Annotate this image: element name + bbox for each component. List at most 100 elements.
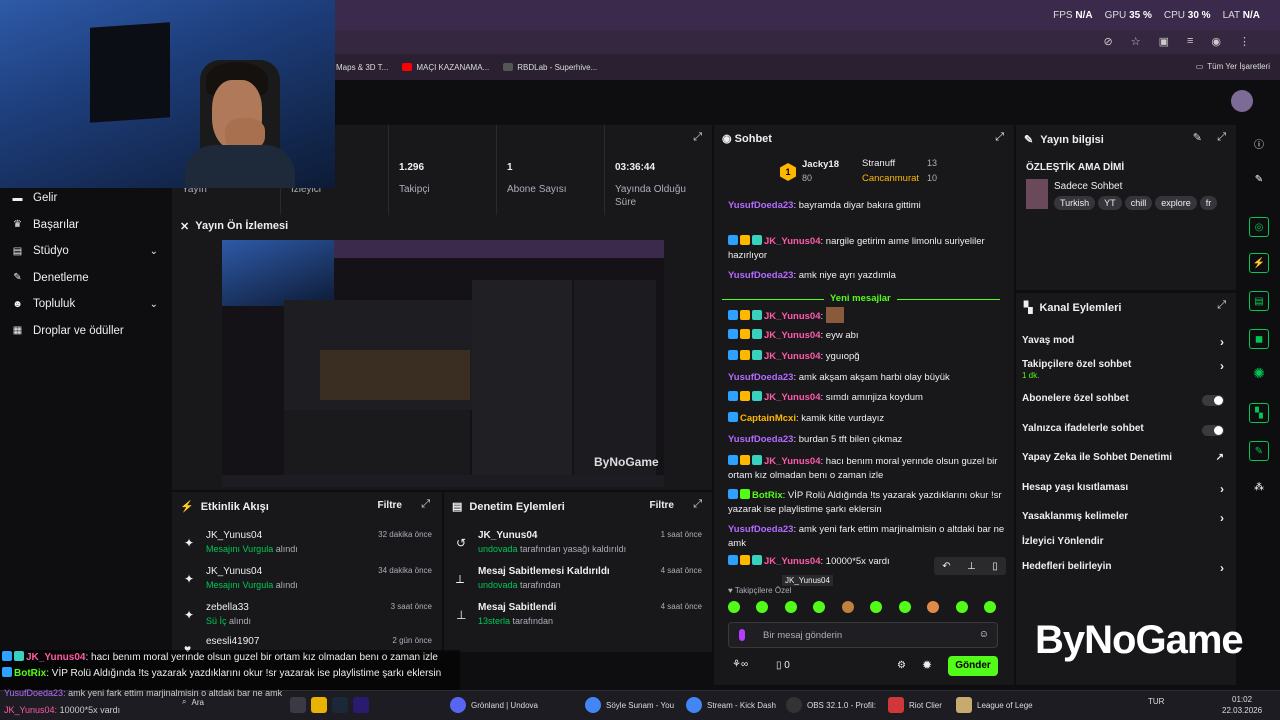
openai-icon[interactable]: ✺ xyxy=(1249,363,1269,383)
moderation-filter-button[interactable]: Filtre xyxy=(650,500,674,511)
folder-icon[interactable] xyxy=(311,697,327,713)
clock[interactable]: 01:02 22.03.2026 xyxy=(1222,694,1262,716)
infinity-icon[interactable]: ⚘∞ xyxy=(732,659,748,670)
expand-icon[interactable]: ⤢ xyxy=(1217,299,1226,312)
extensions-icon[interactable]: ▣ xyxy=(1159,35,1169,48)
apps-icon[interactable]: ⁂ xyxy=(1249,477,1269,497)
chat-username[interactable]: JK_Yunus04 xyxy=(764,351,821,362)
chat-username[interactable]: YusufDoeda23 xyxy=(728,200,793,211)
chat-username[interactable]: YusufDoeda23 xyxy=(728,270,793,281)
sidebar-item-topluluk[interactable]: ☻ Topluluk ⌄ xyxy=(0,291,172,318)
action-emotes-only[interactable]: Yalnızca ifadelerle sohbet xyxy=(1022,423,1232,436)
chat-username[interactable]: JK_Yunus04 xyxy=(764,392,821,403)
chat-username[interactable]: JK_Yunus04 xyxy=(764,236,821,247)
expand-icon[interactable]: ⤢ xyxy=(1217,131,1226,144)
emote[interactable] xyxy=(898,601,911,613)
emoji-icon[interactable]: ☺ xyxy=(979,629,989,640)
keyboard-language[interactable]: TUR xyxy=(1148,697,1164,706)
action-banned-words[interactable]: Yasaklanmış kelimeler › xyxy=(1022,511,1232,525)
steam-icon[interactable] xyxy=(332,697,348,713)
chat-username[interactable]: JK_Yunus04 xyxy=(764,456,821,467)
profile-icon[interactable]: ◉ xyxy=(1211,35,1221,48)
action-goals[interactable]: Hedefleri belirleyin › xyxy=(1022,561,1232,575)
emote[interactable] xyxy=(927,601,940,613)
taskbar-app[interactable]: Söyle Sunam - You xyxy=(585,697,674,713)
emote[interactable] xyxy=(813,601,826,613)
chat-username[interactable]: JK_Yunus04 xyxy=(764,311,821,322)
taskbar-app[interactable]: OBS 32.1.0 - Profil: xyxy=(786,697,876,713)
action-slow-mode[interactable]: Yavaş mod › xyxy=(1022,335,1232,349)
sidebar-item-droplar[interactable]: ▦ Droplar ve ödüller xyxy=(0,318,172,345)
chat-username[interactable]: YusufDoeda23 xyxy=(728,434,793,445)
chat-text: yguıopğ xyxy=(825,351,860,362)
chat-username[interactable]: YusufDoeda23 xyxy=(728,372,793,383)
sidebar-item-denetleme[interactable]: ✎ Denetleme xyxy=(0,265,172,292)
emote[interactable] xyxy=(784,601,797,613)
chat-username[interactable]: BotRix xyxy=(752,490,783,501)
scan-icon[interactable]: ◎ xyxy=(1249,217,1269,237)
emote[interactable] xyxy=(841,601,854,613)
bookmark-youtube[interactable]: MAÇI KAZANAMA... xyxy=(402,63,489,72)
expand-icon[interactable]: ⤢ xyxy=(693,498,702,511)
user-avatar[interactable] xyxy=(1231,90,1253,112)
app-icon[interactable] xyxy=(290,697,306,713)
taskbar-search[interactable]: ⌕ Ara xyxy=(182,697,204,707)
expand-icon[interactable]: ⤢ xyxy=(421,498,430,511)
emote[interactable] xyxy=(955,601,968,613)
document-icon[interactable]: ▤ xyxy=(1249,291,1269,311)
pin-icon[interactable]: ⊥ xyxy=(967,561,976,572)
edit-icon[interactable]: ✎ xyxy=(1193,131,1202,144)
bookmark-maps[interactable]: Maps & 3D T... xyxy=(336,63,388,72)
action-subscribers-only[interactable]: Abonelere özel sohbet xyxy=(1022,393,1232,406)
emote[interactable] xyxy=(728,601,740,613)
taskbar-app[interactable]: Grönland | Undova xyxy=(450,697,538,713)
action-followers-only[interactable]: Takipçilere özel sohbet 1 dk. › xyxy=(1022,359,1232,381)
info-icon[interactable]: ⓘ xyxy=(1249,133,1269,153)
eye-off-icon[interactable]: ✕ xyxy=(180,220,189,233)
after-effects-icon[interactable] xyxy=(353,697,369,713)
chat-username[interactable]: JK_Yunus04 xyxy=(764,330,821,341)
settings-icon[interactable]: ⚙ xyxy=(897,660,906,671)
sidebar-item-basarilar[interactable]: ♛ Başarılar xyxy=(0,212,172,239)
pencil-icon[interactable]: ✎ xyxy=(1249,169,1269,189)
chat-username[interactable]: CaptainMcxi xyxy=(740,413,796,424)
category-label[interactable]: Sadece Sohbet xyxy=(1054,181,1122,192)
emote[interactable] xyxy=(870,601,883,613)
expand-icon[interactable]: ⤢ xyxy=(693,131,702,144)
leaderboard-name[interactable]: Stranuff xyxy=(862,158,895,169)
bookmark-rbdlab[interactable]: RBDLab - Superhive... xyxy=(503,63,597,72)
subscribers-only-toggle[interactable] xyxy=(1202,395,1224,406)
action-account-age[interactable]: Hesap yaşı kısıtlaması › xyxy=(1022,482,1232,496)
activity-filter-button[interactable]: Filtre xyxy=(378,500,402,511)
star-icon[interactable]: ☆ xyxy=(1131,35,1141,48)
reply-icon[interactable]: ↶ xyxy=(942,561,950,572)
chat-username[interactable]: JK_Yunus04 xyxy=(764,556,821,567)
all-bookmarks[interactable]: ▭ Tüm Yer İşaretleri xyxy=(1196,62,1270,71)
taskbar-app[interactable]: Riot Clier xyxy=(888,697,942,713)
delete-icon[interactable]: ▯ xyxy=(992,561,998,572)
mic-icon[interactable] xyxy=(739,629,745,641)
taskbar-app[interactable]: League of Lege xyxy=(956,697,1033,713)
wrench-icon[interactable]: ✎ xyxy=(1249,441,1269,461)
eye-off-icon[interactable]: ⊘ xyxy=(1103,35,1112,48)
sidebar-item-studyo[interactable]: ▤ Stüdyo ⌄ xyxy=(0,238,172,265)
emote[interactable] xyxy=(983,601,996,613)
action-raid[interactable]: İzleyici Yönlendir xyxy=(1022,536,1232,547)
chat-input[interactable]: Bir mesaj gönderin ☺ xyxy=(728,622,998,648)
sidebar-item-gelir[interactable]: ▬ Gelir xyxy=(0,185,172,212)
menu-icon[interactable]: ⋮ xyxy=(1239,35,1250,48)
bolt-icon[interactable]: ⚡ xyxy=(1249,253,1269,273)
reading-list-icon[interactable]: ≡ xyxy=(1187,35,1193,48)
action-ai-moderation[interactable]: Yapay Zeka ile Sohbet Denetimi ↗ xyxy=(1022,452,1232,463)
layout-icon[interactable]: ▚ xyxy=(1249,403,1269,423)
send-button[interactable]: Gönder xyxy=(948,656,998,676)
expand-icon[interactable]: ⤢ xyxy=(995,131,1004,144)
emote[interactable] xyxy=(756,601,769,613)
chat-username[interactable]: YusufDoeda23 xyxy=(728,524,793,535)
leaderboard-name[interactable]: Cancanmurat xyxy=(862,173,919,184)
gear-icon[interactable]: ✹ xyxy=(922,658,932,672)
leaderboard-name[interactable]: Jacky18 xyxy=(802,159,839,170)
emotes-only-toggle[interactable] xyxy=(1202,425,1224,436)
chat-icon[interactable]: ◼ xyxy=(1249,329,1269,349)
taskbar-app[interactable]: Stream - Kick Dash xyxy=(686,697,776,713)
